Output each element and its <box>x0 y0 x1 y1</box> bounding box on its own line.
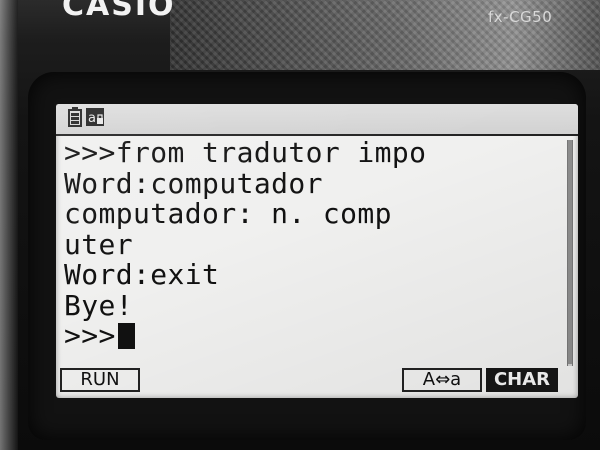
status-icons: a <box>68 107 105 132</box>
case-edge <box>0 0 18 450</box>
model-label: fx-CG50 <box>488 8 553 26</box>
status-bar: a <box>56 104 578 136</box>
shell-line: Word:computador <box>64 166 323 200</box>
shell-line: Word:exit <box>64 258 220 291</box>
shell-prompt-line[interactable]: >>> <box>64 319 560 352</box>
alpha-lock-icon: a <box>85 107 105 132</box>
calculator-device: CASIO fx-CG50 a >>>from tradutor impo Wo… <box>0 0 600 450</box>
battery-icon <box>68 107 82 132</box>
python-shell-output[interactable]: >>>from tradutor impo Word:computador co… <box>64 136 560 366</box>
shell-line: computador: n. comp <box>64 197 392 230</box>
f5-case-toggle-button[interactable]: A⇔a <box>402 368 482 392</box>
scrollbar-thumb[interactable] <box>568 140 572 364</box>
function-key-bar: RUN A⇔a CHAR <box>56 366 578 394</box>
shell-line: Bye! <box>64 288 134 322</box>
shell-line: >>>from tradutor impo <box>64 136 427 169</box>
f1-run-button[interactable]: RUN <box>60 368 140 392</box>
svg-text:a: a <box>88 111 96 126</box>
vertical-scrollbar[interactable] <box>567 140 573 366</box>
text-cursor <box>117 323 135 349</box>
brand-logo: CASIO <box>62 0 176 23</box>
f6-char-button[interactable]: CHAR <box>486 368 558 392</box>
lcd-screen: a >>>from tradutor impo Word:computador … <box>56 104 578 398</box>
shell-prompt: >>> <box>64 319 116 352</box>
shell-line: uter <box>64 227 134 261</box>
